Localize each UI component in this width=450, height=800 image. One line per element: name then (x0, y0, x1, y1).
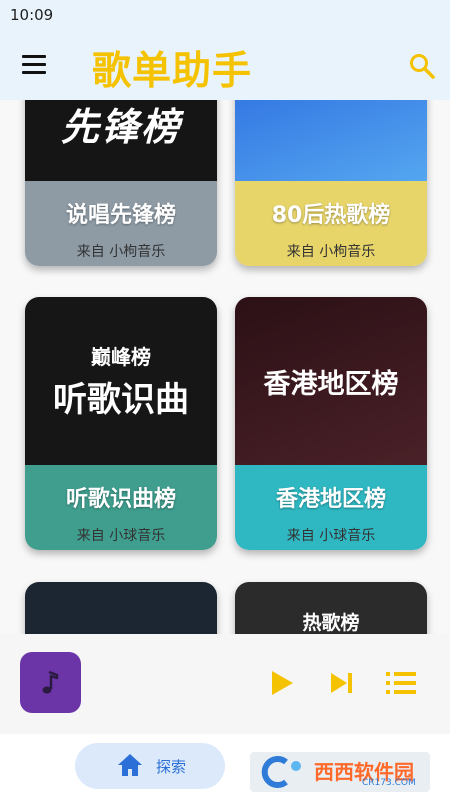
status-time: 10:09 (10, 6, 54, 24)
menu-icon[interactable] (22, 55, 48, 75)
play-icon[interactable] (270, 670, 294, 696)
playlist-card[interactable]: 80后热歌榜 来自 小枸音乐 (235, 100, 427, 266)
card-cover-text: 热歌榜 (302, 612, 360, 634)
playlist-card[interactable]: 先锋榜 说唱先锋榜 来自 小枸音乐 (25, 100, 217, 266)
skip-next-icon[interactable] (330, 672, 354, 694)
playlist-grid[interactable]: 先锋榜 说唱先锋榜 来自 小枸音乐 80后热歌榜 来自 小枸音乐 巅峰榜 听歌识… (0, 100, 450, 634)
card-cover (235, 100, 427, 181)
watermark-c-icon (261, 756, 301, 788)
card-title: 80后热歌榜 (271, 203, 391, 228)
status-bar: 10:09 (0, 0, 450, 32)
card-cover-text: 香港地区榜 (263, 368, 399, 400)
card-source: 来自 小枸音乐 (76, 244, 166, 260)
music-note-icon (42, 670, 58, 693)
card-title: 香港地区榜 (275, 487, 386, 512)
card-bottom: 说唱先锋榜 来自 小枸音乐 (25, 181, 217, 266)
home-icon (118, 754, 142, 776)
card-cover-text: 先锋榜 (60, 105, 181, 149)
playlist-card[interactable]: 香港地区榜 香港地区榜 来自 小球音乐 (235, 297, 427, 550)
mini-player (0, 634, 450, 734)
card-bottom: 80后热歌榜 来自 小枸音乐 (235, 181, 427, 266)
card-title: 说唱先锋榜 (65, 203, 176, 228)
watermark-subtext: CR173.COM (362, 778, 416, 788)
card-cover (25, 582, 217, 634)
card-bottom: 听歌识曲榜 来自 小球音乐 (25, 465, 217, 550)
card-cover: 热歌榜 (235, 582, 427, 634)
card-cover: 巅峰榜 听歌识曲 (25, 297, 217, 465)
card-bottom: 香港地区榜 来自 小球音乐 (235, 465, 427, 550)
watermark-logo: 西西软件园 CR173.COM (250, 752, 430, 792)
nav-explore-label: 探索 (156, 758, 187, 776)
queue-list-icon[interactable] (386, 670, 416, 696)
album-thumbnail[interactable] (20, 652, 81, 713)
card-cover: 香港地区榜 (235, 297, 427, 465)
playlist-card[interactable]: 巅峰榜 听歌识曲 听歌识曲榜 来自 小球音乐 (25, 297, 217, 550)
app-title: 歌单助手 (92, 49, 253, 94)
card-cover-badge: 巅峰榜 (91, 345, 151, 369)
nav-explore-tab[interactable]: 探索 (75, 743, 225, 789)
app-bar: 歌单助手 (0, 32, 450, 100)
card-title: 听歌识曲榜 (65, 487, 176, 512)
playlist-card[interactable] (25, 582, 217, 634)
search-icon[interactable] (408, 52, 436, 80)
card-cover: 先锋榜 (25, 100, 217, 181)
card-source: 来自 小球音乐 (76, 528, 166, 544)
card-source: 来自 小枸音乐 (286, 244, 376, 260)
playlist-card[interactable]: 热歌榜 (235, 582, 427, 634)
card-cover-text: 听歌识曲 (53, 380, 189, 420)
card-source: 来自 小球音乐 (286, 528, 376, 544)
